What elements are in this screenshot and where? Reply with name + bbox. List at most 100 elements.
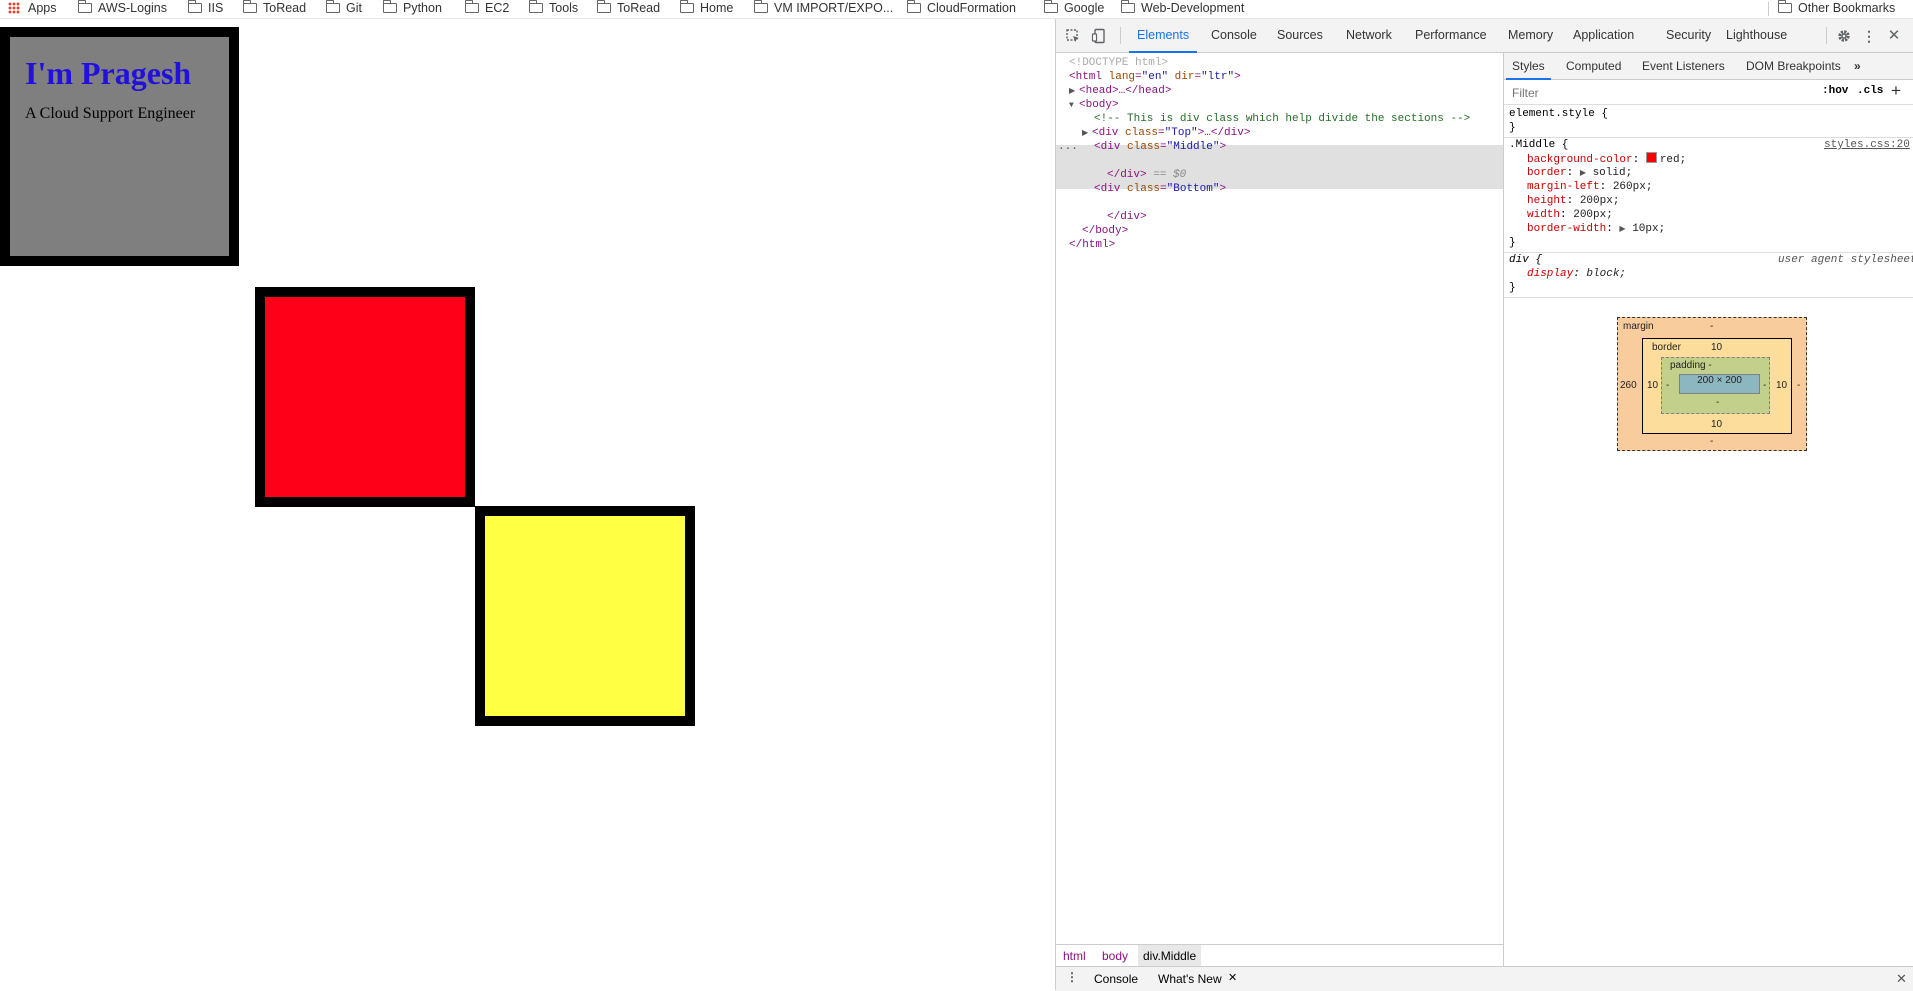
border-bottom-value[interactable]: 10 [1711,419,1722,431]
bookmark-folder[interactable]: Tools [529,0,578,18]
bookmark-folder[interactable]: Python [383,0,442,18]
drawer-tab-console[interactable]: Console [1094,972,1138,986]
dom-div-top[interactable]: ▶ <div class="Top">…</div> [1082,126,1250,140]
close-tab-icon[interactable]: ✕ [1228,971,1237,984]
inspect-element-icon[interactable] [1065,28,1081,44]
css-prop[interactable]: border-width: ▶ 10px; [1527,222,1665,236]
hov-toggle[interactable]: :hov [1822,85,1848,97]
bookmark-folder[interactable]: AWS-Logins [78,0,167,18]
bookmark-label: Python [403,1,442,15]
dom-head[interactable]: ▶ <head>…</head> [1069,84,1171,98]
folder-icon [243,0,257,13]
padding-left-value[interactable]: - [1666,380,1669,392]
tab-console[interactable]: Console [1211,19,1257,52]
collapse-triangle-icon[interactable]: ▼ [1069,99,1079,113]
css-prop[interactable]: margin-left: 260px; [1527,180,1652,194]
subtab-event-listeners[interactable]: Event Listeners [1642,53,1725,79]
breadcrumb-div-middle[interactable]: div.Middle [1138,945,1202,967]
subtab-styles[interactable]: Styles [1506,53,1551,80]
margin-left-value[interactable]: 260 [1620,380,1637,392]
page-viewport: I'm Pragesh A Cloud Support Engineer [0,19,1055,990]
dom-div-bottom[interactable]: <div class="Bottom"> [1094,182,1226,196]
margin-top-value[interactable]: - [1710,321,1713,333]
expand-triangle-icon[interactable]: ▶ [1069,85,1079,99]
breadcrumb: html body div.Middle [1056,944,1503,967]
bookmark-folder[interactable]: Home [680,0,733,18]
expand-triangle-icon[interactable]: ▶ [1619,225,1625,234]
border-left-value[interactable]: 10 [1647,380,1658,392]
dom-html-close[interactable]: </html> [1069,238,1115,252]
margin-right-value[interactable]: - [1797,380,1800,392]
padding-bottom-value[interactable]: - [1716,397,1719,409]
bookmark-label: IIS [208,1,224,15]
add-rule-icon[interactable]: + [1891,81,1901,101]
dom-html-open[interactable]: <html lang="en" dir="ltr"> [1069,70,1241,84]
devtools-panel: Elements Console Sources Network Perform… [1055,19,1913,991]
dom-tree: <!DOCTYPE html> <html lang="en" dir="ltr… [1056,53,1503,953]
breadcrumb-html[interactable]: html [1063,945,1086,967]
top-section: I'm Pragesh A Cloud Support Engineer [0,27,239,266]
tab-security[interactable]: Security [1666,19,1711,52]
cls-toggle[interactable]: .cls [1857,85,1883,97]
bookmark-folder[interactable]: IIS [188,0,223,18]
page-subtitle: A Cloud Support Engineer [25,105,196,122]
rule-source-link[interactable]: styles.css:20 [1824,138,1910,152]
dom-body-open[interactable]: ▼ <body> [1069,98,1119,112]
more-vert-icon[interactable]: ⋮ [1861,28,1877,44]
tab-memory[interactable]: Memory [1508,19,1553,52]
border-right-value[interactable]: 10 [1776,380,1787,392]
dom-div-middle[interactable]: <div class="Middle"> [1094,140,1226,154]
subtab-computed[interactable]: Computed [1566,53,1621,79]
box-model-content[interactable]: 200 × 200 [1679,374,1760,394]
drawer-menu-icon[interactable]: ⋮ [1066,970,1078,984]
dom-div-bottom-close[interactable]: </div> [1107,210,1147,224]
device-toolbar-icon[interactable] [1091,28,1107,44]
styles-filter-row: :hov .cls + [1504,80,1913,105]
drawer-tab-whats-new[interactable]: What's New [1158,972,1222,986]
tab-network[interactable]: Network [1346,19,1392,52]
dom-body-close[interactable]: </body> [1082,224,1128,238]
padding-right-value[interactable]: - [1763,380,1766,392]
close-drawer-icon[interactable]: ✕ [1896,971,1907,987]
border-top-value[interactable]: 10 [1711,342,1722,354]
more-tabs-icon[interactable]: » [1854,53,1861,79]
expand-triangle-icon[interactable]: ▶ [1082,127,1092,141]
bookmark-folder[interactable]: CloudFormation [907,0,1016,18]
css-prop[interactable]: width: 200px; [1527,208,1613,222]
tab-application[interactable]: Application [1573,19,1634,52]
tab-elements[interactable]: Elements [1128,19,1198,53]
bookmarks-bar: Apps AWS-Logins IIS ToRead Git Python EC… [0,0,1913,19]
border-label: border [1652,342,1681,353]
middle-rule-selector[interactable]: .Middle { [1509,138,1568,152]
css-prop[interactable]: height: 200px; [1527,194,1619,208]
bookmark-folder[interactable]: EC2 [465,0,509,18]
bookmark-folder[interactable]: VM IMPORT/EXPO... [754,0,893,18]
css-prop[interactable]: background-color: red; [1527,152,1686,166]
tab-sources[interactable]: Sources [1277,19,1323,52]
bookmark-folder[interactable]: ToRead [597,0,660,18]
styles-filter-input[interactable] [1510,83,1804,102]
folder-icon [188,0,202,13]
bookmark-folder[interactable]: Google [1044,0,1104,18]
close-icon[interactable]: ✕ [1886,28,1902,44]
subtab-dom-breakpoints[interactable]: DOM Breakpoints [1746,53,1841,79]
tab-performance[interactable]: Performance [1415,19,1487,52]
devtools-toolbar: Elements Console Sources Network Perform… [1056,19,1913,53]
margin-bottom-value[interactable]: - [1710,436,1713,448]
color-swatch[interactable] [1645,152,1657,163]
bookmark-other[interactable]: Other Bookmarks [1778,0,1895,18]
bookmark-apps[interactable]: Apps [8,0,57,18]
folder-icon [383,0,397,13]
element-style-selector[interactable]: element.style { [1509,107,1608,121]
dom-div-middle-close[interactable]: </div> == $0 [1107,168,1186,182]
bookmark-folder[interactable]: Web-Development [1121,0,1244,18]
node-actions-dots[interactable]: ... [1058,140,1078,154]
gear-icon[interactable] [1836,28,1852,44]
css-prop[interactable]: border: ▶ solid; [1527,166,1632,180]
dom-comment[interactable]: <!-- This is div class which help divide… [1094,112,1470,126]
tab-lighthouse[interactable]: Lighthouse [1726,19,1787,52]
bookmark-folder[interactable]: Git [326,0,362,18]
bookmark-folder[interactable]: ToRead [243,0,306,18]
expand-triangle-icon[interactable]: ▶ [1580,169,1586,178]
breadcrumb-body[interactable]: body [1102,945,1128,967]
